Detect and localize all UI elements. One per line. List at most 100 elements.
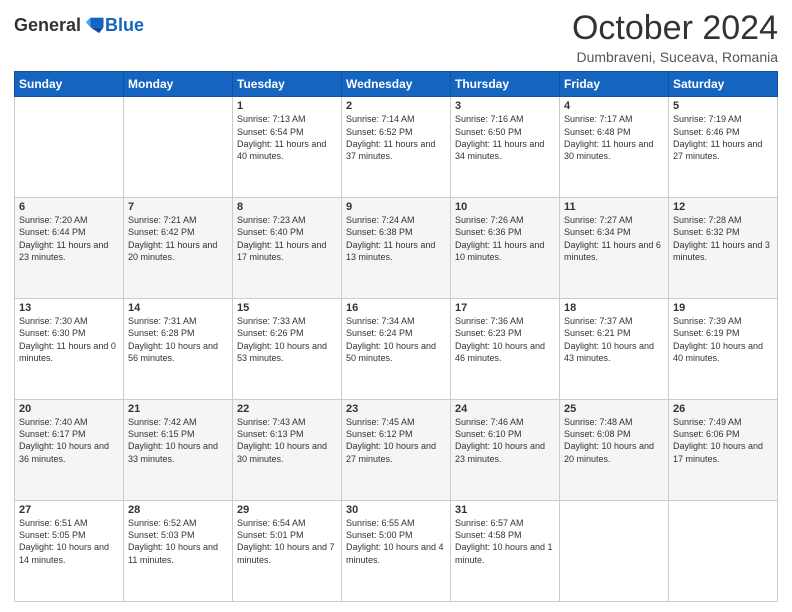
cell-daylight-info: Sunrise: 7:16 AM Sunset: 6:50 PM Dayligh… <box>455 113 555 162</box>
cell-day-number: 31 <box>455 504 555 516</box>
cell-day-number: 5 <box>673 100 773 112</box>
cell-day-number: 26 <box>673 403 773 415</box>
calendar-cell: 3Sunrise: 7:16 AM Sunset: 6:50 PM Daylig… <box>451 97 560 198</box>
cell-daylight-info: Sunrise: 6:51 AM Sunset: 5:05 PM Dayligh… <box>19 517 119 566</box>
calendar-cell: 7Sunrise: 7:21 AM Sunset: 6:42 PM Daylig… <box>124 198 233 299</box>
cell-daylight-info: Sunrise: 7:21 AM Sunset: 6:42 PM Dayligh… <box>128 214 228 263</box>
logo-blue-text: Blue <box>105 15 144 36</box>
cell-daylight-info: Sunrise: 7:17 AM Sunset: 6:48 PM Dayligh… <box>564 113 664 162</box>
calendar-cell <box>669 501 778 602</box>
cell-daylight-info: Sunrise: 7:31 AM Sunset: 6:28 PM Dayligh… <box>128 315 228 364</box>
calendar-cell: 30Sunrise: 6:55 AM Sunset: 5:00 PM Dayli… <box>342 501 451 602</box>
cell-daylight-info: Sunrise: 7:30 AM Sunset: 6:30 PM Dayligh… <box>19 315 119 364</box>
cell-daylight-info: Sunrise: 7:42 AM Sunset: 6:15 PM Dayligh… <box>128 416 228 465</box>
cell-daylight-info: Sunrise: 6:55 AM Sunset: 5:00 PM Dayligh… <box>346 517 446 566</box>
calendar-cell: 23Sunrise: 7:45 AM Sunset: 6:12 PM Dayli… <box>342 400 451 501</box>
weekday-header-sunday: Sunday <box>15 72 124 97</box>
cell-day-number: 30 <box>346 504 446 516</box>
cell-daylight-info: Sunrise: 7:39 AM Sunset: 6:19 PM Dayligh… <box>673 315 773 364</box>
calendar-cell: 13Sunrise: 7:30 AM Sunset: 6:30 PM Dayli… <box>15 299 124 400</box>
calendar-cell: 11Sunrise: 7:27 AM Sunset: 6:34 PM Dayli… <box>560 198 669 299</box>
calendar-cell: 6Sunrise: 7:20 AM Sunset: 6:44 PM Daylig… <box>15 198 124 299</box>
calendar-cell: 25Sunrise: 7:48 AM Sunset: 6:08 PM Dayli… <box>560 400 669 501</box>
cell-day-number: 21 <box>128 403 228 415</box>
calendar-cell: 19Sunrise: 7:39 AM Sunset: 6:19 PM Dayli… <box>669 299 778 400</box>
month-title: October 2024 <box>572 10 778 47</box>
cell-daylight-info: Sunrise: 7:40 AM Sunset: 6:17 PM Dayligh… <box>19 416 119 465</box>
cell-daylight-info: Sunrise: 7:26 AM Sunset: 6:36 PM Dayligh… <box>455 214 555 263</box>
cell-day-number: 3 <box>455 100 555 112</box>
cell-daylight-info: Sunrise: 7:34 AM Sunset: 6:24 PM Dayligh… <box>346 315 446 364</box>
cell-daylight-info: Sunrise: 7:27 AM Sunset: 6:34 PM Dayligh… <box>564 214 664 263</box>
calendar-cell: 17Sunrise: 7:36 AM Sunset: 6:23 PM Dayli… <box>451 299 560 400</box>
logo: General Blue <box>14 14 144 36</box>
cell-day-number: 14 <box>128 302 228 314</box>
calendar-cell: 15Sunrise: 7:33 AM Sunset: 6:26 PM Dayli… <box>233 299 342 400</box>
cell-daylight-info: Sunrise: 7:46 AM Sunset: 6:10 PM Dayligh… <box>455 416 555 465</box>
calendar-cell: 21Sunrise: 7:42 AM Sunset: 6:15 PM Dayli… <box>124 400 233 501</box>
calendar-cell: 28Sunrise: 6:52 AM Sunset: 5:03 PM Dayli… <box>124 501 233 602</box>
weekday-header-friday: Friday <box>560 72 669 97</box>
cell-daylight-info: Sunrise: 7:19 AM Sunset: 6:46 PM Dayligh… <box>673 113 773 162</box>
calendar-cell: 8Sunrise: 7:23 AM Sunset: 6:40 PM Daylig… <box>233 198 342 299</box>
cell-day-number: 27 <box>19 504 119 516</box>
cell-day-number: 11 <box>564 201 664 213</box>
cell-daylight-info: Sunrise: 7:33 AM Sunset: 6:26 PM Dayligh… <box>237 315 337 364</box>
calendar-cell: 2Sunrise: 7:14 AM Sunset: 6:52 PM Daylig… <box>342 97 451 198</box>
calendar-cell: 24Sunrise: 7:46 AM Sunset: 6:10 PM Dayli… <box>451 400 560 501</box>
cell-daylight-info: Sunrise: 7:48 AM Sunset: 6:08 PM Dayligh… <box>564 416 664 465</box>
calendar-cell: 31Sunrise: 6:57 AM Sunset: 4:58 PM Dayli… <box>451 501 560 602</box>
cell-daylight-info: Sunrise: 7:28 AM Sunset: 6:32 PM Dayligh… <box>673 214 773 263</box>
calendar-cell: 1Sunrise: 7:13 AM Sunset: 6:54 PM Daylig… <box>233 97 342 198</box>
cell-daylight-info: Sunrise: 7:13 AM Sunset: 6:54 PM Dayligh… <box>237 113 337 162</box>
calendar-cell: 12Sunrise: 7:28 AM Sunset: 6:32 PM Dayli… <box>669 198 778 299</box>
cell-day-number: 25 <box>564 403 664 415</box>
weekday-header-thursday: Thursday <box>451 72 560 97</box>
cell-day-number: 17 <box>455 302 555 314</box>
cell-daylight-info: Sunrise: 6:54 AM Sunset: 5:01 PM Dayligh… <box>237 517 337 566</box>
location-subtitle: Dumbraveni, Suceava, Romania <box>572 49 778 65</box>
cell-day-number: 29 <box>237 504 337 516</box>
cell-day-number: 15 <box>237 302 337 314</box>
calendar-cell: 4Sunrise: 7:17 AM Sunset: 6:48 PM Daylig… <box>560 97 669 198</box>
calendar-cell: 14Sunrise: 7:31 AM Sunset: 6:28 PM Dayli… <box>124 299 233 400</box>
calendar-cell: 26Sunrise: 7:49 AM Sunset: 6:06 PM Dayli… <box>669 400 778 501</box>
cell-daylight-info: Sunrise: 7:45 AM Sunset: 6:12 PM Dayligh… <box>346 416 446 465</box>
cell-day-number: 4 <box>564 100 664 112</box>
cell-daylight-info: Sunrise: 7:37 AM Sunset: 6:21 PM Dayligh… <box>564 315 664 364</box>
calendar-cell: 5Sunrise: 7:19 AM Sunset: 6:46 PM Daylig… <box>669 97 778 198</box>
cell-daylight-info: Sunrise: 7:14 AM Sunset: 6:52 PM Dayligh… <box>346 113 446 162</box>
cell-day-number: 10 <box>455 201 555 213</box>
cell-day-number: 23 <box>346 403 446 415</box>
weekday-header-tuesday: Tuesday <box>233 72 342 97</box>
cell-day-number: 22 <box>237 403 337 415</box>
logo-general-text: General <box>14 15 81 36</box>
title-block: October 2024 Dumbraveni, Suceava, Romani… <box>572 10 778 65</box>
calendar-cell: 29Sunrise: 6:54 AM Sunset: 5:01 PM Dayli… <box>233 501 342 602</box>
calendar-cell: 18Sunrise: 7:37 AM Sunset: 6:21 PM Dayli… <box>560 299 669 400</box>
cell-daylight-info: Sunrise: 7:24 AM Sunset: 6:38 PM Dayligh… <box>346 214 446 263</box>
calendar-cell <box>124 97 233 198</box>
cell-day-number: 7 <box>128 201 228 213</box>
cell-day-number: 18 <box>564 302 664 314</box>
calendar-cell: 10Sunrise: 7:26 AM Sunset: 6:36 PM Dayli… <box>451 198 560 299</box>
cell-day-number: 12 <box>673 201 773 213</box>
cell-daylight-info: Sunrise: 7:20 AM Sunset: 6:44 PM Dayligh… <box>19 214 119 263</box>
cell-daylight-info: Sunrise: 7:49 AM Sunset: 6:06 PM Dayligh… <box>673 416 773 465</box>
cell-daylight-info: Sunrise: 6:57 AM Sunset: 4:58 PM Dayligh… <box>455 517 555 566</box>
cell-daylight-info: Sunrise: 7:23 AM Sunset: 6:40 PM Dayligh… <box>237 214 337 263</box>
cell-day-number: 1 <box>237 100 337 112</box>
calendar-cell: 27Sunrise: 6:51 AM Sunset: 5:05 PM Dayli… <box>15 501 124 602</box>
header: General Blue October 2024 Dumbraveni, Su… <box>14 10 778 65</box>
logo-icon <box>83 14 105 36</box>
calendar-cell: 9Sunrise: 7:24 AM Sunset: 6:38 PM Daylig… <box>342 198 451 299</box>
cell-day-number: 28 <box>128 504 228 516</box>
cell-day-number: 19 <box>673 302 773 314</box>
cell-day-number: 9 <box>346 201 446 213</box>
calendar-page: General Blue October 2024 Dumbraveni, Su… <box>0 0 792 612</box>
cell-daylight-info: Sunrise: 6:52 AM Sunset: 5:03 PM Dayligh… <box>128 517 228 566</box>
cell-day-number: 8 <box>237 201 337 213</box>
calendar-table: SundayMondayTuesdayWednesdayThursdayFrid… <box>14 71 778 602</box>
cell-daylight-info: Sunrise: 7:43 AM Sunset: 6:13 PM Dayligh… <box>237 416 337 465</box>
calendar-cell: 22Sunrise: 7:43 AM Sunset: 6:13 PM Dayli… <box>233 400 342 501</box>
